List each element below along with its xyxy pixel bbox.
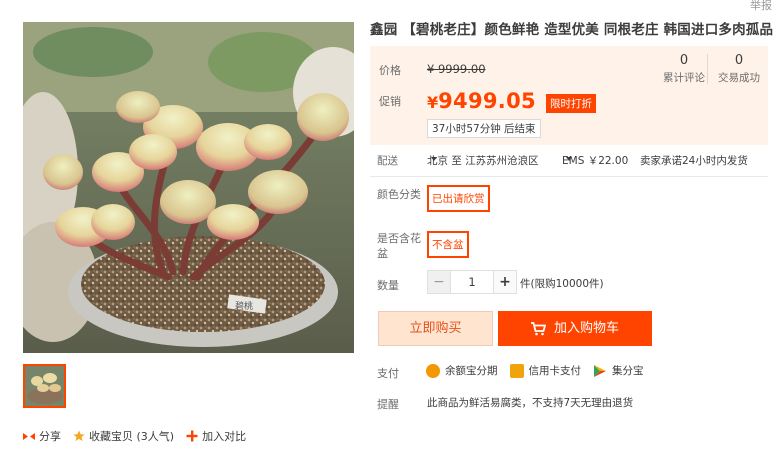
quantity-label: 数量 — [377, 279, 399, 292]
star-icon — [73, 430, 85, 441]
countdown-timer: 37小时57分钟 后结束 — [427, 119, 541, 138]
cart-icon — [530, 321, 546, 335]
share-link[interactable]: 分享 — [23, 428, 61, 444]
product-title: 鑫园 【碧桃老庄】颜色鲜艳 造型优美 同根老庄 韩国进口多肉孤品 — [370, 22, 774, 38]
notice-label: 提醒 — [377, 398, 399, 411]
payment-methods: 余额宝分期 信用卡支付 集分宝 — [426, 363, 656, 378]
price-label: 价格 — [379, 64, 401, 77]
share-label: 分享 — [39, 430, 61, 443]
review-count-label: 累计评论 — [663, 72, 705, 84]
buy-now-button[interactable]: 立即购买 — [378, 311, 493, 346]
report-link[interactable]: 举报 — [750, 0, 772, 13]
main-product-image[interactable]: 碧桃 — [23, 22, 354, 353]
compare-label: 加入对比 — [202, 430, 247, 443]
divider — [370, 176, 768, 177]
pot-label-line1: 是否含花 — [377, 232, 421, 245]
credit-card-icon — [509, 363, 524, 378]
shipping-row: 配送 北京 至 江苏苏州沧浪区 EMS ￥22.00 卖家承诺24小时内发货 — [370, 153, 768, 167]
favorite-link[interactable]: 收藏宝贝 (3人气) — [73, 428, 174, 444]
payment-label: 支付 — [377, 367, 399, 380]
shipping-method-select[interactable]: EMS ￥22.00 — [562, 153, 628, 167]
original-price: ¥ 9999.00 — [427, 62, 486, 76]
add-to-cart-button[interactable]: 加入购物车 — [498, 311, 652, 346]
review-count: 0 — [679, 53, 689, 68]
plus-icon — [186, 430, 198, 442]
shipping-promise: 卖家承诺24小时内发货 — [640, 155, 748, 167]
sales-count-stat[interactable]: 0 交易成功 — [713, 53, 765, 85]
shipping-route-select[interactable]: 北京 至 江苏苏州沧浪区 — [427, 153, 539, 167]
sale-badge: 限时打折 — [546, 94, 596, 113]
thumbnail-image[interactable] — [23, 364, 66, 408]
shipping-label: 配送 — [377, 155, 398, 167]
promo-label: 促销 — [379, 95, 401, 108]
review-count-stat[interactable]: 0 累计评论 — [658, 53, 710, 85]
payment-method-jifenbao[interactable]: 集分宝 — [593, 363, 644, 378]
compare-link[interactable]: 加入对比 — [186, 428, 246, 444]
payment-method-label: 余额宝分期 — [445, 365, 498, 377]
pot-option-value[interactable]: 不含盆 — [427, 231, 469, 258]
quantity-increase-button[interactable]: + — [493, 270, 517, 294]
sales-count-label: 交易成功 — [718, 72, 760, 84]
jifenbao-icon — [594, 364, 606, 377]
pot-label-line2: 盆 — [377, 247, 388, 260]
quantity-stepper: − 1 + — [427, 270, 517, 294]
quantity-decrease-button[interactable]: − — [427, 270, 451, 294]
add-to-cart-label: 加入购物车 — [553, 321, 619, 336]
quantity-limit: 件(限购10000件) — [520, 278, 604, 290]
payment-method-credit-card[interactable]: 信用卡支付 — [509, 363, 582, 378]
plant-label-text: 碧桃 — [235, 300, 253, 312]
payment-method-yuebao[interactable]: 余额宝分期 — [426, 363, 498, 378]
color-option-value[interactable]: 已出请欣赏 — [427, 185, 490, 212]
yuebao-icon — [426, 363, 440, 378]
promo-currency: ¥ — [427, 93, 439, 112]
price-panel: 价格 ¥ 9999.00 促销 ¥9499.05 限时打折 37小时57分钟 后… — [370, 46, 768, 145]
promo-price: ¥9499.05 — [427, 89, 536, 113]
payment-method-label: 集分宝 — [612, 365, 644, 377]
shipping-method: EMS ￥22.00 — [562, 155, 629, 167]
social-actions: 分享 收藏宝贝 (3人气) 加入对比 — [23, 428, 258, 444]
sales-count: 0 — [734, 53, 744, 68]
pot-option-label: 是否含花盆 — [377, 231, 421, 261]
stat-divider — [707, 54, 708, 84]
payment-method-label: 信用卡支付 — [528, 365, 582, 377]
quantity-input[interactable]: 1 — [451, 270, 493, 294]
share-icon — [23, 432, 35, 440]
promo-value: 9499.05 — [438, 89, 536, 113]
notice-text: 此商品为鲜活易腐类，不支持7天无理由退货 — [427, 397, 634, 409]
shipping-route: 北京 至 江苏苏州沧浪区 — [427, 155, 539, 167]
favorite-label: 收藏宝贝 (3人气) — [89, 430, 175, 443]
color-option-label: 颜色分类 — [377, 188, 421, 201]
